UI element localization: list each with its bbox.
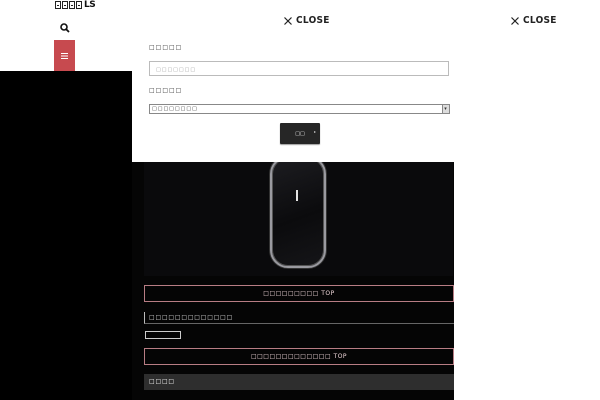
- search-button[interactable]: [59, 19, 71, 33]
- close-button-secondary[interactable]: CLOSE: [511, 15, 557, 26]
- chevron-down-icon: ▾: [442, 105, 449, 113]
- top-link-button-secondary[interactable]: □□□□□□□□□□□□□ TOP: [144, 348, 454, 365]
- logo-glyph: [76, 1, 82, 9]
- left-dark-area: [0, 71, 132, 400]
- corner-mark-icon: ▸: [313, 129, 316, 134]
- close-label: CLOSE: [296, 15, 330, 26]
- logo-text: LS: [84, 0, 96, 10]
- top-link-button[interactable]: □□□□□□□□□ TOP: [144, 285, 454, 302]
- field1-label: □□□□□: [149, 44, 183, 51]
- close-button[interactable]: CLOSE: [284, 15, 330, 26]
- text-input[interactable]: □□□□□□□: [149, 61, 449, 76]
- logo-glyph: [69, 1, 75, 9]
- site-logo[interactable]: LS: [55, 0, 96, 10]
- logo-glyph: [55, 1, 61, 9]
- device-slot: [296, 190, 298, 201]
- logo-glyph: [62, 1, 68, 9]
- device-image: [270, 162, 326, 268]
- hero-image: [144, 162, 453, 276]
- category-select[interactable]: □□□□□□□□ ▾: [149, 104, 450, 114]
- search-form-panel: □□□□□ □□□□□□□ □□□□□ □□□□□□□□ ▾ □□ ▸: [132, 34, 453, 162]
- small-outline-button[interactable]: [145, 331, 181, 339]
- search-icon: [60, 23, 70, 33]
- submit-button[interactable]: □□ ▸: [280, 123, 320, 144]
- close-icon: [284, 16, 292, 25]
- section-bar[interactable]: □□□□: [144, 374, 454, 390]
- section-heading: □□□□□□□□□□□□□: [144, 312, 454, 324]
- close-label: CLOSE: [523, 15, 557, 26]
- close-icon: [511, 16, 519, 25]
- submit-label: □□: [295, 130, 305, 137]
- hamburger-icon: [61, 52, 68, 59]
- field2-label: □□□□□: [149, 87, 183, 94]
- select-value: □□□□□□□□: [152, 106, 198, 112]
- menu-button[interactable]: [54, 40, 75, 71]
